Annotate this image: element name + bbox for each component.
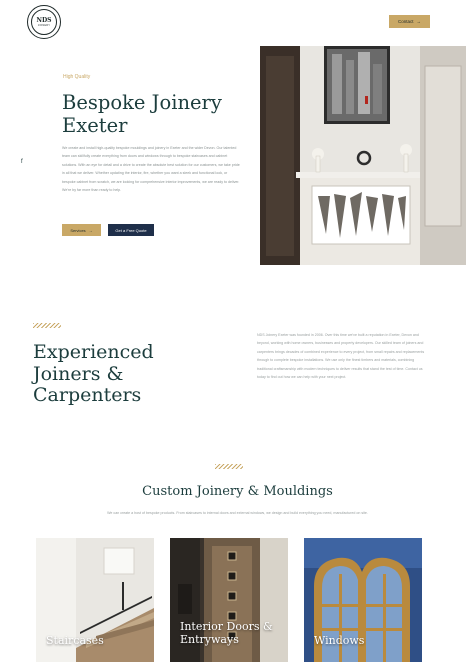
free-quote-button[interactable]: Get a Free Quote xyxy=(108,224,154,236)
card-label: Staircases xyxy=(46,634,104,647)
hero-title-line1: Bespoke Joinery xyxy=(62,91,222,114)
card-label: Windows xyxy=(314,634,365,647)
arrow-right-icon: → xyxy=(88,227,93,233)
services-button-label: Services xyxy=(70,227,86,233)
custom-joinery-title: Custom Joinery & Mouldings xyxy=(142,484,333,499)
card-interior-doors[interactable]: Interior Doors & Entryways xyxy=(170,538,288,662)
hero-kicker: High Quality xyxy=(63,74,91,80)
experience-title: Experienced Joiners & Carpenters xyxy=(33,341,223,407)
card-label-line2: Entryways xyxy=(180,633,239,646)
experience-title-line1: Experienced xyxy=(33,341,154,363)
arrow-right-icon: → xyxy=(416,19,422,24)
hero-body: We create and install high-quality bespo… xyxy=(62,146,240,193)
section-divider-stripes xyxy=(33,323,61,328)
card-windows[interactable]: Windows xyxy=(304,538,422,662)
experience-title-line2: Joiners & xyxy=(33,362,124,385)
hero-title-line2: Exeter xyxy=(62,114,128,137)
free-quote-button-label: Get a Free Quote xyxy=(115,227,147,233)
section-divider-stripes xyxy=(215,464,243,469)
experience-title-line3: Carpenters xyxy=(33,384,142,406)
contact-button[interactable]: Contact → xyxy=(389,15,430,28)
contact-button-label: Contact xyxy=(397,19,414,24)
card-label-line1: Interior Doors & xyxy=(180,620,273,633)
site-logo[interactable]: NDS JOINERY xyxy=(27,5,61,39)
custom-joinery-subtitle: We can create a host of bespoke products… xyxy=(107,511,368,515)
hero-title: Bespoke Joinery Exeter xyxy=(62,91,252,137)
logo-emblem: NDS JOINERY xyxy=(31,9,57,35)
card-staircases[interactable]: Staircases xyxy=(36,538,154,662)
facebook-icon[interactable]: f xyxy=(21,159,23,165)
experience-body: NDS Joinery Exeter was founded in 2006. … xyxy=(257,333,425,380)
services-button[interactable]: Services → xyxy=(62,224,101,236)
hero-photo xyxy=(260,46,466,265)
logo-subtext: JOINERY xyxy=(37,23,51,27)
card-label: Interior Doors & Entryways xyxy=(180,620,273,646)
